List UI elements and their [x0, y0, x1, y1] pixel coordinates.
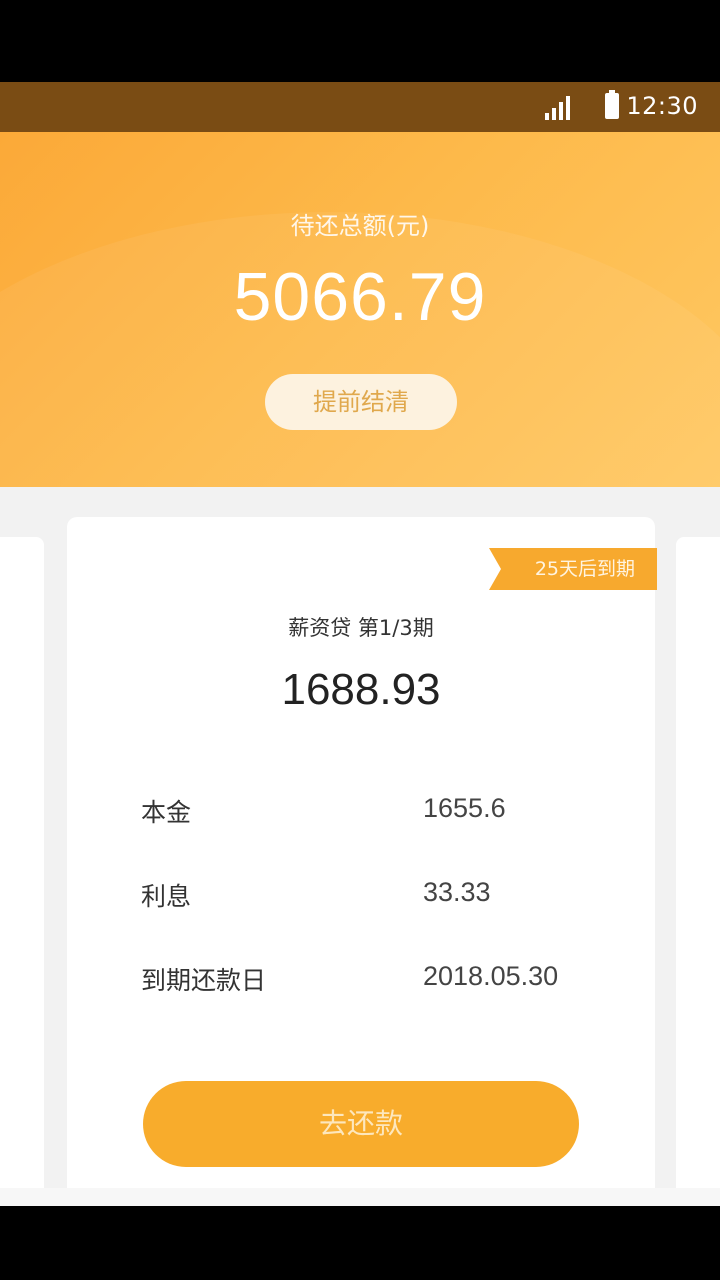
installment-amount: 1688.93	[281, 665, 441, 714]
installment-card: 25天后到期 薪资贷 第1/3期 1688.93 本金 1655.6 利息 33…	[67, 517, 657, 1206]
previous-card-peek[interactable]	[0, 537, 44, 1206]
status-bar: 12:30	[0, 82, 720, 132]
detail-row-principal: 本金 1655.6	[141, 793, 601, 833]
detail-row-due-date: 到期还款日 2018.05.30	[141, 961, 601, 1001]
repay-button[interactable]: 去还款	[143, 1081, 579, 1167]
detail-label: 到期还款日	[141, 966, 267, 995]
detail-row-interest: 利息 33.33	[141, 877, 601, 917]
signal-icon	[545, 96, 570, 120]
bottom-strip	[0, 1188, 720, 1206]
total-label: 待还总额(元)	[290, 212, 430, 240]
detail-label: 利息	[141, 882, 192, 911]
detail-value: 33.33	[423, 877, 491, 907]
detail-value: 1655.6	[423, 793, 506, 823]
app-screen: 12:30 待还总额(元) 5066.79 提前结清 25天后到期 薪资贷 第1…	[0, 82, 720, 1206]
due-tag: 25天后到期	[489, 548, 657, 590]
loan-title: 薪资贷 第1/3期	[288, 616, 434, 640]
status-time: 12:30	[626, 92, 698, 120]
detail-value: 2018.05.30	[423, 961, 559, 991]
early-settle-button[interactable]: 提前结清	[265, 374, 457, 430]
battery-icon	[605, 90, 619, 119]
detail-label: 本金	[141, 798, 192, 827]
next-card-peek[interactable]	[676, 537, 720, 1206]
total-amount: 5066.79	[233, 259, 487, 335]
balance-header: 待还总额(元) 5066.79 提前结清	[0, 132, 720, 487]
